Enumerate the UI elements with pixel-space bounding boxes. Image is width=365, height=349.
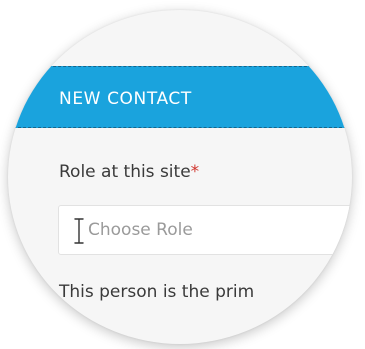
header-title: NEW CONTACT bbox=[59, 89, 192, 109]
primary-contact-text: This person is the prim bbox=[59, 282, 255, 302]
role-placeholder: Choose Role bbox=[88, 220, 193, 240]
zoom-lens-view: NEW CONTACT Role at this site* Choose Ro… bbox=[0, 0, 365, 349]
new-contact-header: NEW CONTACT bbox=[8, 66, 352, 128]
i-beam-cursor-icon bbox=[74, 218, 84, 244]
role-select-input[interactable]: Choose Role bbox=[58, 205, 352, 255]
required-marker: * bbox=[190, 162, 200, 182]
magnifier-circle: NEW CONTACT Role at this site* Choose Ro… bbox=[8, 10, 352, 344]
role-field-label: Role at this site* bbox=[59, 162, 199, 182]
role-label-text: Role at this site bbox=[59, 162, 191, 182]
